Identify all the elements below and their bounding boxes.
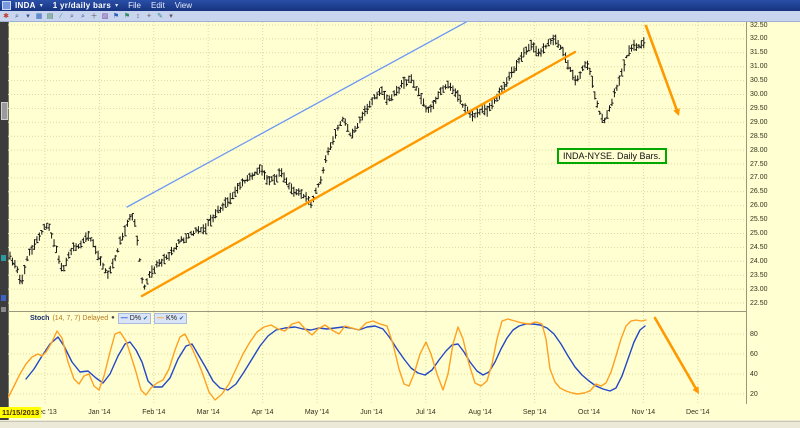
- price-axis-tick-label: 32.50: [750, 22, 768, 29]
- window-bottom-edge: [0, 421, 800, 428]
- d-label: D%: [130, 315, 141, 322]
- crosshair-icon[interactable]: ＋: [90, 12, 98, 21]
- zoom-mode-icon[interactable]: ⌕: [13, 12, 21, 21]
- price-axis-tick-label: 28.50: [750, 133, 768, 140]
- price-down-arrow[interactable]: [646, 26, 680, 116]
- menu-file[interactable]: File: [128, 1, 141, 10]
- stoch-axis-tick-label: 40: [750, 371, 758, 378]
- price-axis-tick-label: 27.00: [750, 174, 768, 181]
- title-bar: INDA ▾ 1 yr/daily bars ▾ File Edit View: [0, 0, 800, 11]
- crosshair-date-badge: 11/15/2013: [0, 407, 41, 418]
- price-axis-tick-label: 28.00: [750, 147, 768, 154]
- splitter-grip[interactable]: [1, 102, 8, 120]
- price-axis-tick-label: 23.50: [750, 272, 768, 279]
- stochastic-chart[interactable]: [8, 312, 746, 404]
- price-axis-tick-label: 31.50: [750, 49, 768, 56]
- channel-lower-trendline[interactable]: [142, 52, 575, 296]
- chart-style-icon[interactable]: ▦: [35, 12, 43, 21]
- expand-vertical-icon[interactable]: ↕: [134, 12, 142, 21]
- menu-view[interactable]: View: [175, 1, 192, 10]
- k-line-swatch: —: [157, 315, 164, 322]
- palette-icon[interactable]: ✱: [2, 12, 10, 21]
- collapsed-tool-icon[interactable]: [1, 295, 6, 301]
- price-axis-tick-label: 32.00: [750, 35, 768, 42]
- legend-k-percent[interactable]: — K% ✔: [154, 313, 187, 324]
- price-axis-tick-label: 25.00: [750, 230, 768, 237]
- zoom-in-icon[interactable]: ⌕: [68, 12, 76, 21]
- price-axis-tick-label: 23.00: [750, 286, 768, 293]
- price-chart[interactable]: [8, 22, 746, 311]
- price-panel-right-border: [746, 22, 747, 404]
- x-axis-month-label: Mar '14: [188, 409, 228, 416]
- stoch-down-arrow[interactable]: [655, 318, 699, 394]
- x-axis-month-label: Apr '14: [243, 409, 283, 416]
- collapsed-tool-icon[interactable]: [1, 307, 6, 312]
- stoch-label[interactable]: Stoch: [30, 315, 49, 322]
- pointer-tool-icon[interactable]: ✦: [145, 12, 153, 21]
- x-axis-month-label: Dec '14: [678, 409, 718, 416]
- price-axis-tick-label: 29.00: [750, 119, 768, 126]
- price-axis-tick-label: 26.00: [750, 202, 768, 209]
- price-axis-tick-label: 25.50: [750, 216, 768, 223]
- legend-d-percent[interactable]: — D% ✔: [118, 313, 151, 324]
- stoch-axis-tick-label: 80: [750, 331, 758, 338]
- ohlc-bars: [8, 35, 645, 290]
- price-axis-tick-label: 24.00: [750, 258, 768, 265]
- d-line-swatch: —: [121, 315, 128, 322]
- symbol-dropdown-icon[interactable]: ▾: [40, 2, 43, 9]
- x-axis-month-label: Nov '14: [623, 409, 663, 416]
- indicator-icon[interactable]: ▤: [46, 12, 54, 21]
- price-axis-tick-label: 26.50: [750, 188, 768, 195]
- charting-app-window: INDA ▾ 1 yr/daily bars ▾ File Edit View …: [0, 0, 800, 428]
- pencil-tool-icon[interactable]: ✎: [156, 12, 164, 21]
- x-axis-month-label: Oct '14: [569, 409, 609, 416]
- period-label[interactable]: 1 yr/daily bars: [53, 1, 111, 10]
- chart-annotation-box[interactable]: INDA-NYSE. Daily Bars.: [557, 148, 667, 164]
- x-axis-month-label: Aug '14: [460, 409, 500, 416]
- k-checkbox[interactable]: ✔: [179, 315, 184, 322]
- stoch-axis-tick-label: 60: [750, 351, 758, 358]
- stoch-params[interactable]: (14, 7, 7) Delayed: [52, 315, 108, 322]
- zoom-out-icon[interactable]: ⌕: [79, 12, 87, 21]
- menu-edit[interactable]: Edit: [151, 1, 165, 10]
- period-dropdown-icon[interactable]: ▾: [115, 2, 118, 9]
- x-axis-month-label: Feb '14: [134, 409, 174, 416]
- price-axis-tick-label: 29.50: [750, 105, 768, 112]
- annotation-icon[interactable]: ▨: [101, 12, 109, 21]
- d-checkbox[interactable]: ✔: [143, 315, 148, 322]
- right-margin: [793, 22, 800, 420]
- tool-caret-icon[interactable]: ▾: [167, 12, 175, 21]
- x-axis-month-label: Jun '14: [351, 409, 391, 416]
- trendline-tool-icon[interactable]: ∕: [57, 12, 65, 21]
- x-axis-month-label: May '14: [297, 409, 337, 416]
- dropdown-caret-icon[interactable]: ▾: [24, 12, 32, 21]
- price-axis-tick-label: 24.50: [750, 244, 768, 251]
- price-axis-tick-label: 30.50: [750, 77, 768, 84]
- x-axis-month-label: Jan '14: [79, 409, 119, 416]
- toolbar: ✱⌕▾▦▤∕⌕⌕＋▨⚑⚑↕✦✎▾: [0, 11, 800, 22]
- flag-up-tool-icon[interactable]: ⚑: [112, 12, 120, 21]
- channel-upper-trendline[interactable]: [127, 22, 468, 207]
- stoch-settings-icon[interactable]: ●: [111, 315, 115, 321]
- price-axis-tick-label: 30.00: [750, 91, 768, 98]
- collapsed-tool-icon[interactable]: [1, 255, 6, 261]
- k-label: K%: [166, 315, 177, 322]
- flag-down-tool-icon[interactable]: ⚑: [123, 12, 131, 21]
- app-icon: [2, 1, 11, 10]
- x-axis-month-label: Jul '14: [406, 409, 446, 416]
- symbol-label[interactable]: INDA: [15, 1, 36, 10]
- price-axis-tick-label: 22.50: [750, 300, 768, 307]
- price-axis-tick-label: 31.00: [750, 63, 768, 70]
- stoch-header: Stoch (14, 7, 7) Delayed ● — D% ✔ — K% ✔: [30, 313, 187, 323]
- price-axis-tick-label: 27.50: [750, 161, 768, 168]
- x-axis-month-label: Sep '14: [515, 409, 555, 416]
- stoch-axis-tick-label: 20: [750, 391, 758, 398]
